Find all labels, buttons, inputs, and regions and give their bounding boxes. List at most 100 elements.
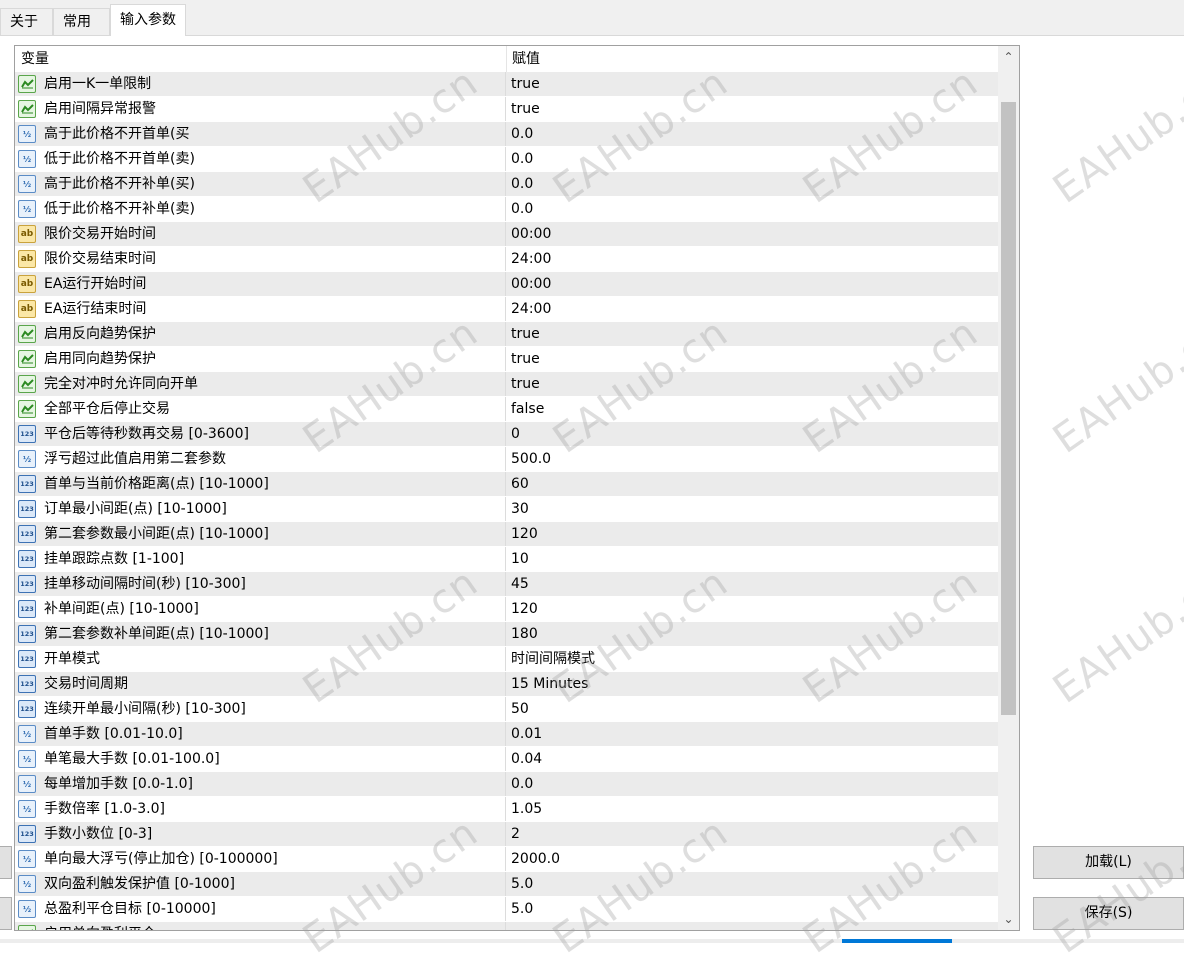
table-row[interactable]: 启用单向盈利平仓 [15, 922, 998, 930]
table-row[interactable]: ½ 低于此价格不开补单(卖) 0.0 [15, 197, 998, 222]
table-row[interactable]: ab 限价交易结束时间 24:00 [15, 247, 998, 272]
value-cell[interactable]: true [511, 322, 991, 346]
value-cell[interactable]: 0.01 [511, 722, 991, 746]
tab-common[interactable]: 常用 [53, 8, 110, 35]
table-row[interactable]: ½ 双向盈利触发保护值 [0-1000] 5.0 [15, 872, 998, 897]
double-icon: ½ [18, 875, 36, 893]
variable-cell: 123 挂单移动间隔时间(秒) [10-300] [15, 572, 506, 596]
integer-icon: 123 [18, 700, 36, 718]
value-cell[interactable]: 0.0 [511, 172, 991, 196]
table-row[interactable]: 123 交易时间周期 15 Minutes [15, 672, 998, 697]
scroll-down-icon[interactable]: ⌄ [998, 908, 1019, 930]
value-cell[interactable]: 24:00 [511, 297, 991, 321]
variable-name: 补单间距(点) [10-1000] [44, 601, 199, 617]
integer-icon: 123 [18, 500, 36, 518]
value-cell[interactable]: 时间间隔模式 [511, 647, 991, 671]
table-row[interactable]: ½ 总盈利平仓目标 [0-10000] 5.0 [15, 897, 998, 922]
variable-cell: ab 限价交易开始时间 [15, 222, 506, 246]
table-row[interactable]: 启用一K一单限制 true [15, 72, 998, 97]
column-header-variable[interactable]: 变量 [15, 46, 507, 72]
value-cell[interactable]: 30 [511, 497, 991, 521]
value-cell[interactable]: 0.0 [511, 147, 991, 171]
table-row[interactable]: ½ 手数倍率 [1.0-3.0] 1.05 [15, 797, 998, 822]
variable-cell: ½ 手数倍率 [1.0-3.0] [15, 797, 506, 821]
tab-inputs[interactable]: 输入参数 [110, 4, 186, 36]
save-button[interactable]: 保存(S) [1033, 897, 1184, 930]
parameters-grid[interactable]: 变量 赋值 启用一K一单限制 true 启用间隔异常报警 true ½ 高于此价格不开首单… [14, 45, 1020, 931]
table-row[interactable]: ½ 单向最大浮亏(停止加仓) [0-100000] 2000.0 [15, 847, 998, 872]
value-cell[interactable]: 180 [511, 622, 991, 646]
value-cell[interactable]: 60 [511, 472, 991, 496]
variable-name: 启用单向盈利平仓 [44, 922, 156, 930]
table-row[interactable]: ab 限价交易开始时间 00:00 [15, 222, 998, 247]
value-cell[interactable]: 15 Minutes [511, 672, 991, 696]
table-row[interactable]: ½ 首单手数 [0.01-10.0] 0.01 [15, 722, 998, 747]
value-cell[interactable]: 120 [511, 522, 991, 546]
column-header-value[interactable]: 赋值 [506, 46, 992, 72]
table-row[interactable]: 123 第二套参数最小间距(点) [10-1000] 120 [15, 522, 998, 547]
value-cell[interactable]: 0.0 [511, 197, 991, 221]
integer-icon: 123 [18, 425, 36, 443]
value-cell[interactable]: 24:00 [511, 247, 991, 271]
value-cell[interactable]: 0.04 [511, 747, 991, 771]
table-row[interactable]: 完全对冲时允许同向开单 true [15, 372, 998, 397]
table-row[interactable]: 123 补单间距(点) [10-1000] 120 [15, 597, 998, 622]
table-row[interactable]: ½ 每单增加手数 [0.0-1.0] 0.0 [15, 772, 998, 797]
value-cell[interactable]: 500.0 [511, 447, 991, 471]
value-cell[interactable] [511, 922, 991, 930]
table-row[interactable]: 123 平仓后等待秒数再交易 [0-3600] 0 [15, 422, 998, 447]
variable-cell: ½ 浮亏超过此值启用第二套参数 [15, 447, 506, 471]
table-row[interactable]: 123 订单最小间距(点) [10-1000] 30 [15, 497, 998, 522]
table-row[interactable]: 123 挂单跟踪点数 [1-100] 10 [15, 547, 998, 572]
table-row[interactable]: 123 开单模式 时间间隔模式 [15, 647, 998, 672]
scrollbar-thumb[interactable] [1001, 101, 1016, 715]
table-row[interactable]: ½ 高于此价格不开首单(买 0.0 [15, 122, 998, 147]
table-row[interactable]: ½ 低于此价格不开首单(卖) 0.0 [15, 147, 998, 172]
variable-cell: ab EA运行开始时间 [15, 272, 506, 296]
vertical-scrollbar[interactable]: ⌃ ⌄ [998, 46, 1019, 930]
value-cell[interactable]: 50 [511, 697, 991, 721]
variable-name: 低于此价格不开首单(卖) [44, 151, 195, 167]
value-cell[interactable]: true [511, 97, 991, 121]
value-cell[interactable]: 1.05 [511, 797, 991, 821]
value-cell[interactable]: false [511, 397, 991, 421]
value-cell[interactable]: 2 [511, 822, 991, 846]
value-cell[interactable]: 0.0 [511, 772, 991, 796]
scroll-up-icon[interactable]: ⌃ [998, 46, 1019, 68]
value-cell[interactable]: 2000.0 [511, 847, 991, 871]
load-button[interactable]: 加载(L) [1033, 846, 1184, 879]
value-cell[interactable]: 00:00 [511, 222, 991, 246]
table-row[interactable]: ab EA运行结束时间 24:00 [15, 297, 998, 322]
tab-about[interactable]: 关于 [0, 8, 53, 35]
value-cell[interactable]: 5.0 [511, 897, 991, 921]
table-row[interactable]: 启用同向趋势保护 true [15, 347, 998, 372]
variable-cell: ½ 单笔最大手数 [0.01-100.0] [15, 747, 506, 771]
value-cell[interactable]: 0.0 [511, 122, 991, 146]
table-row[interactable]: 启用反向趋势保护 true [15, 322, 998, 347]
table-row[interactable]: 123 第二套参数补单间距(点) [10-1000] 180 [15, 622, 998, 647]
value-cell[interactable]: 10 [511, 547, 991, 571]
variable-name: 限价交易结束时间 [44, 251, 156, 267]
table-row[interactable]: ½ 单笔最大手数 [0.01-100.0] 0.04 [15, 747, 998, 772]
value-cell[interactable]: 00:00 [511, 272, 991, 296]
variable-name: 启用反向趋势保护 [44, 326, 156, 342]
value-cell[interactable]: 45 [511, 572, 991, 596]
table-row[interactable]: 123 连续开单最小间隔(秒) [10-300] 50 [15, 697, 998, 722]
variable-cell: 启用反向趋势保护 [15, 322, 506, 346]
integer-icon: 123 [18, 625, 36, 643]
value-cell[interactable]: true [511, 347, 991, 371]
table-row[interactable]: ½ 浮亏超过此值启用第二套参数 500.0 [15, 447, 998, 472]
table-row[interactable]: 123 手数小数位 [0-3] 2 [15, 822, 998, 847]
value-cell[interactable]: 5.0 [511, 872, 991, 896]
table-row[interactable]: ab EA运行开始时间 00:00 [15, 272, 998, 297]
table-row[interactable]: 全部平仓后停止交易 false [15, 397, 998, 422]
value-cell[interactable]: true [511, 72, 991, 96]
watermark-text: EAHub.cn [1045, 309, 1184, 463]
value-cell[interactable]: 120 [511, 597, 991, 621]
value-cell[interactable]: 0 [511, 422, 991, 446]
table-row[interactable]: 启用间隔异常报警 true [15, 97, 998, 122]
table-row[interactable]: 123 挂单移动间隔时间(秒) [10-300] 45 [15, 572, 998, 597]
value-cell[interactable]: true [511, 372, 991, 396]
table-row[interactable]: ½ 高于此价格不开补单(买) 0.0 [15, 172, 998, 197]
table-row[interactable]: 123 首单与当前价格距离(点) [10-1000] 60 [15, 472, 998, 497]
